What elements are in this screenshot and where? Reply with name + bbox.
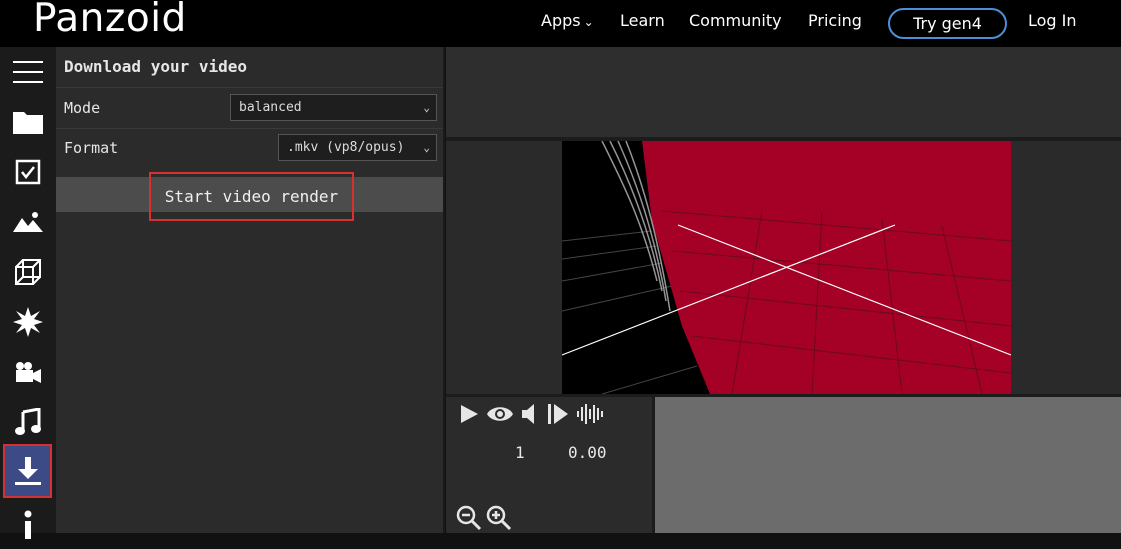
- panel-title: Download your video: [64, 57, 248, 76]
- burst-icon: [13, 307, 43, 337]
- sidebar-item-download[interactable]: [3, 444, 52, 498]
- nav-apps[interactable]: Apps ⌄: [541, 11, 594, 30]
- timeline-area[interactable]: [655, 397, 1121, 533]
- mode-select-value: balanced: [239, 100, 302, 115]
- mode-select[interactable]: balanced ⌄: [230, 94, 437, 121]
- zoom-in-icon[interactable]: [486, 505, 512, 531]
- divider: [56, 87, 443, 88]
- tool-sidebar: [0, 47, 56, 539]
- folder-icon: [13, 112, 43, 134]
- nav-learn[interactable]: Learn: [620, 11, 665, 30]
- menu-icon: [13, 61, 43, 83]
- chevron-down-icon: ⌄: [423, 101, 430, 114]
- waveform-icon[interactable]: [576, 403, 604, 425]
- image-icon: [13, 212, 43, 232]
- sidebar-item-info[interactable]: [0, 499, 56, 549]
- sidebar-item-images[interactable]: [0, 197, 56, 247]
- format-label: Format: [64, 139, 119, 157]
- viewport-top-area: [446, 47, 1121, 137]
- brand-logo[interactable]: Panzoid: [33, 0, 187, 41]
- nav-apps-label: Apps: [541, 11, 581, 30]
- divider: [56, 128, 443, 129]
- chevron-down-icon: ⌄: [583, 14, 594, 29]
- try-gen4-button[interactable]: Try gen4: [888, 8, 1007, 39]
- chevron-down-icon: ⌄: [423, 141, 430, 154]
- nav-community[interactable]: Community: [689, 11, 782, 30]
- playback-controls: 1 0.00: [446, 397, 652, 533]
- preview-scene: [562, 141, 1011, 394]
- sidebar-item-files[interactable]: [0, 97, 56, 147]
- mode-label: Mode: [64, 99, 101, 117]
- sidebar-item-camera[interactable]: [0, 347, 56, 397]
- format-select[interactable]: .mkv (vp8/opus) ⌄: [278, 134, 437, 161]
- time-readout: 0.00: [568, 443, 607, 462]
- step-forward-icon[interactable]: [546, 403, 570, 425]
- sidebar-item-tasks[interactable]: [0, 147, 56, 197]
- red-plane: [642, 141, 1011, 394]
- video-preview[interactable]: [562, 141, 1011, 394]
- format-select-value: .mkv (vp8/opus): [287, 140, 405, 155]
- top-header: Panzoid Apps ⌄ Learn Community Pricing Tr…: [0, 0, 1121, 47]
- play-icon[interactable]: [458, 403, 480, 425]
- camera-icon: [16, 362, 41, 383]
- cube-icon: [15, 259, 41, 285]
- download-panel: Download your video Mode balanced ⌄ Form…: [56, 47, 445, 533]
- nav-pricing[interactable]: Pricing: [808, 11, 862, 30]
- login-link[interactable]: Log In: [1028, 11, 1077, 30]
- download-icon: [14, 457, 41, 485]
- zoom-out-icon[interactable]: [456, 505, 482, 531]
- sidebar-item-effects[interactable]: [0, 297, 56, 347]
- volume-icon[interactable]: [520, 403, 540, 425]
- sidebar-item-menu[interactable]: [0, 47, 56, 97]
- music-icon: [15, 408, 41, 435]
- checkbox-icon: [15, 159, 41, 185]
- sidebar-item-audio[interactable]: [0, 397, 56, 447]
- eye-icon[interactable]: [486, 403, 514, 425]
- info-icon: [24, 510, 32, 539]
- sidebar-item-3d[interactable]: [0, 247, 56, 297]
- start-render-button[interactable]: Start video render: [149, 172, 354, 221]
- frame-readout: 1: [515, 443, 525, 462]
